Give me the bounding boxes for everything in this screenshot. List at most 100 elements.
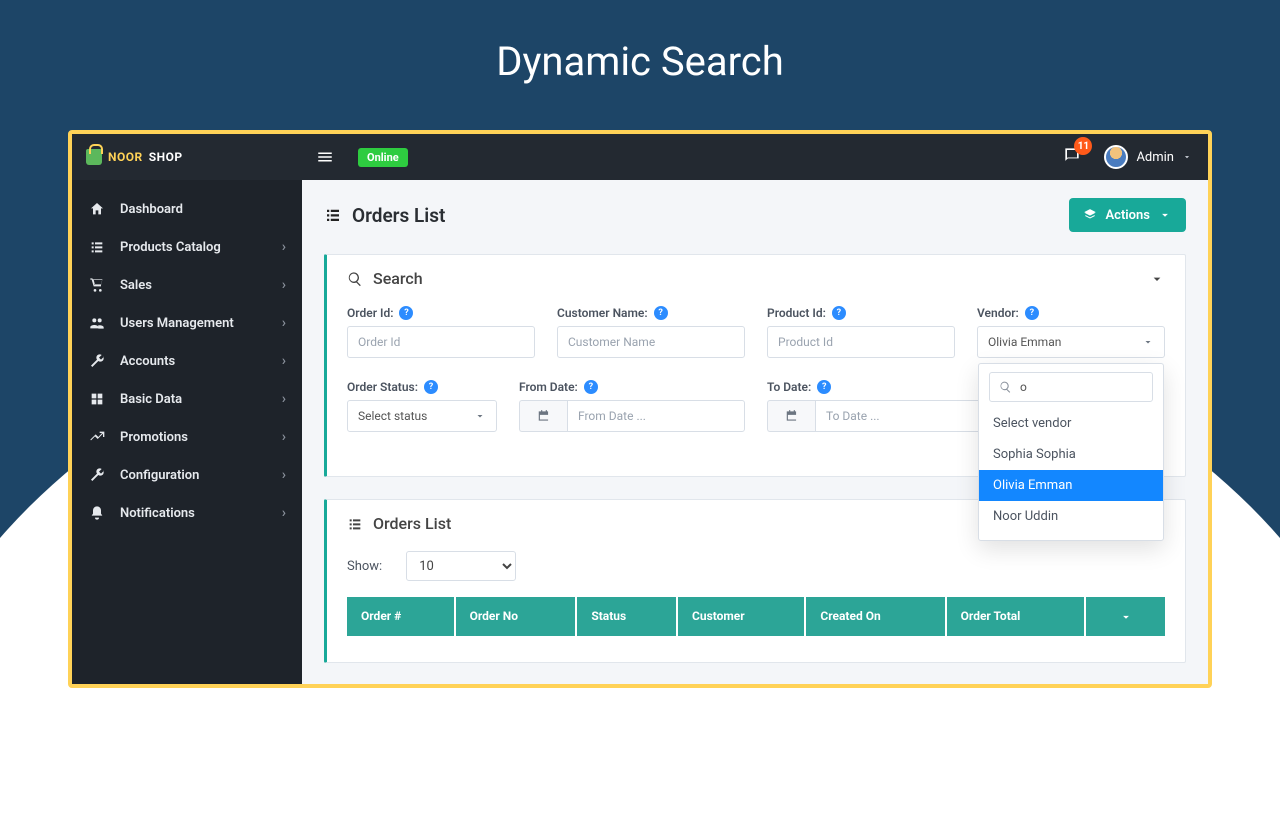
chevron-down-icon (1119, 610, 1133, 624)
field-vendor: Vendor:? Olivia Emman (977, 302, 1165, 358)
chevron-right-icon: › (282, 315, 286, 331)
vendor-dropdown: Select vendor Sophia Sophia Olivia Emman… (978, 363, 1164, 541)
sidebar-toggle-button[interactable] (302, 148, 348, 166)
vendor-option[interactable]: Sophia Sophia (979, 439, 1163, 470)
help-icon[interactable]: ? (817, 380, 831, 394)
col-customer[interactable]: Customer (677, 597, 805, 636)
sidebar-item-accounts[interactable]: Accounts › (72, 342, 302, 380)
search-card: Search Order Id:? Customer Name:? (324, 254, 1186, 477)
help-icon[interactable]: ? (399, 306, 413, 320)
chevron-right-icon: › (282, 429, 286, 445)
col-expand[interactable] (1085, 597, 1165, 636)
sidebar-item-basic-data[interactable]: Basic Data › (72, 380, 302, 418)
orders-list-title: Orders List (373, 514, 451, 533)
chevron-right-icon: › (282, 277, 286, 293)
help-icon[interactable]: ? (654, 306, 668, 320)
sidebar-item-promotions[interactable]: Promotions › (72, 418, 302, 456)
chevron-right-icon: › (282, 353, 286, 369)
help-icon[interactable]: ? (424, 380, 438, 394)
col-order-total[interactable]: Order Total (946, 597, 1085, 636)
customer-name-input[interactable] (557, 326, 745, 358)
sidebar-item-label: Users Management (120, 316, 234, 331)
actions-button[interactable]: Actions (1069, 198, 1186, 232)
chevron-down-icon (1142, 336, 1154, 348)
sidebar-item-configuration[interactable]: Configuration › (72, 456, 302, 494)
home-icon (88, 200, 106, 218)
sidebar-item-products[interactable]: Products Catalog › (72, 228, 302, 266)
app-frame: NOOR SHOP Online 11 Admin Dashboard Pr (68, 130, 1212, 688)
col-created-on[interactable]: Created On (805, 597, 945, 636)
vendor-option[interactable]: Noor Uddin (979, 501, 1163, 532)
field-to-date: To Date:? (767, 376, 993, 432)
product-id-input[interactable] (767, 326, 955, 358)
vendor-search-input[interactable] (989, 372, 1153, 402)
user-menu[interactable]: Admin (1104, 145, 1192, 169)
sidebar-item-label: Products Catalog (120, 240, 221, 255)
status-select[interactable]: Select status (347, 400, 497, 432)
status-pill: Online (358, 148, 408, 167)
show-label: Show: (347, 559, 382, 574)
orders-table: Order # Order No Status Customer Created… (347, 597, 1165, 636)
help-icon[interactable]: ? (1025, 306, 1039, 320)
trend-icon (88, 428, 106, 446)
list-icon (324, 206, 342, 224)
sidebar-item-sales[interactable]: Sales › (72, 266, 302, 304)
field-order-id: Order Id:? (347, 302, 535, 358)
chevron-down-icon (1158, 208, 1172, 222)
sidebar-item-label: Basic Data (120, 392, 182, 407)
main-content: Orders List Actions Search (302, 180, 1208, 684)
brand-text-1: NOOR (108, 150, 143, 164)
user-label: Admin (1136, 150, 1174, 165)
field-order-status: Order Status:? Select status (347, 376, 497, 432)
help-icon[interactable]: ? (584, 380, 598, 394)
sidebar-item-label: Configuration (120, 468, 199, 483)
page-title: Orders List (352, 204, 445, 227)
sidebar-item-dashboard[interactable]: Dashboard (72, 190, 302, 228)
calendar-icon[interactable] (519, 400, 567, 432)
wrench-icon (88, 352, 106, 370)
actions-label: Actions (1105, 208, 1150, 223)
col-order-num[interactable]: Order # (347, 597, 455, 636)
list-icon (88, 238, 106, 256)
order-id-input[interactable] (347, 326, 535, 358)
col-order-no[interactable]: Order No (455, 597, 577, 636)
sidebar-item-label: Accounts (120, 354, 175, 369)
chevron-right-icon: › (282, 467, 286, 483)
to-date-input[interactable] (815, 400, 993, 432)
chat-button[interactable]: 11 (1062, 145, 1082, 169)
page-hero-title: Dynamic Search (0, 0, 1280, 115)
search-icon (347, 271, 363, 287)
bell-icon (88, 504, 106, 522)
avatar-icon (1104, 145, 1128, 169)
help-icon[interactable]: ? (832, 306, 846, 320)
sidebar-item-users[interactable]: Users Management › (72, 304, 302, 342)
vendor-selected-value: Olivia Emman (988, 335, 1061, 349)
chevron-right-icon: › (282, 505, 286, 521)
collapse-toggle[interactable] (1149, 271, 1165, 287)
calendar-icon[interactable] (767, 400, 815, 432)
bag-icon (86, 149, 102, 165)
show-count-select[interactable]: 10 (406, 551, 516, 581)
layers-icon (1083, 208, 1097, 222)
vendor-option[interactable]: Select vendor (979, 408, 1163, 439)
sidebar-item-label: Sales (120, 278, 152, 293)
vendor-select[interactable]: Olivia Emman Select ve (977, 326, 1165, 358)
sidebar-item-label: Notifications (120, 506, 195, 521)
col-status[interactable]: Status (576, 597, 677, 636)
search-card-title: Search (373, 269, 423, 288)
chevron-down-icon (474, 410, 486, 422)
chevron-right-icon: › (282, 391, 286, 407)
sidebar-item-notifications[interactable]: Notifications › (72, 494, 302, 532)
vendor-option-selected[interactable]: Olivia Emman (979, 470, 1163, 501)
hamburger-icon (316, 148, 334, 166)
grid-icon (88, 390, 106, 408)
sidebar-item-label: Dashboard (120, 202, 183, 217)
list-icon (347, 516, 363, 532)
from-date-input[interactable] (567, 400, 745, 432)
field-from-date: From Date:? (519, 376, 745, 432)
wrench-icon (88, 466, 106, 484)
brand-text-2: SHOP (149, 150, 183, 164)
field-customer-name: Customer Name:? (557, 302, 745, 358)
sidebar: Dashboard Products Catalog › Sales › Use… (72, 180, 302, 684)
brand-logo[interactable]: NOOR SHOP (72, 134, 302, 180)
